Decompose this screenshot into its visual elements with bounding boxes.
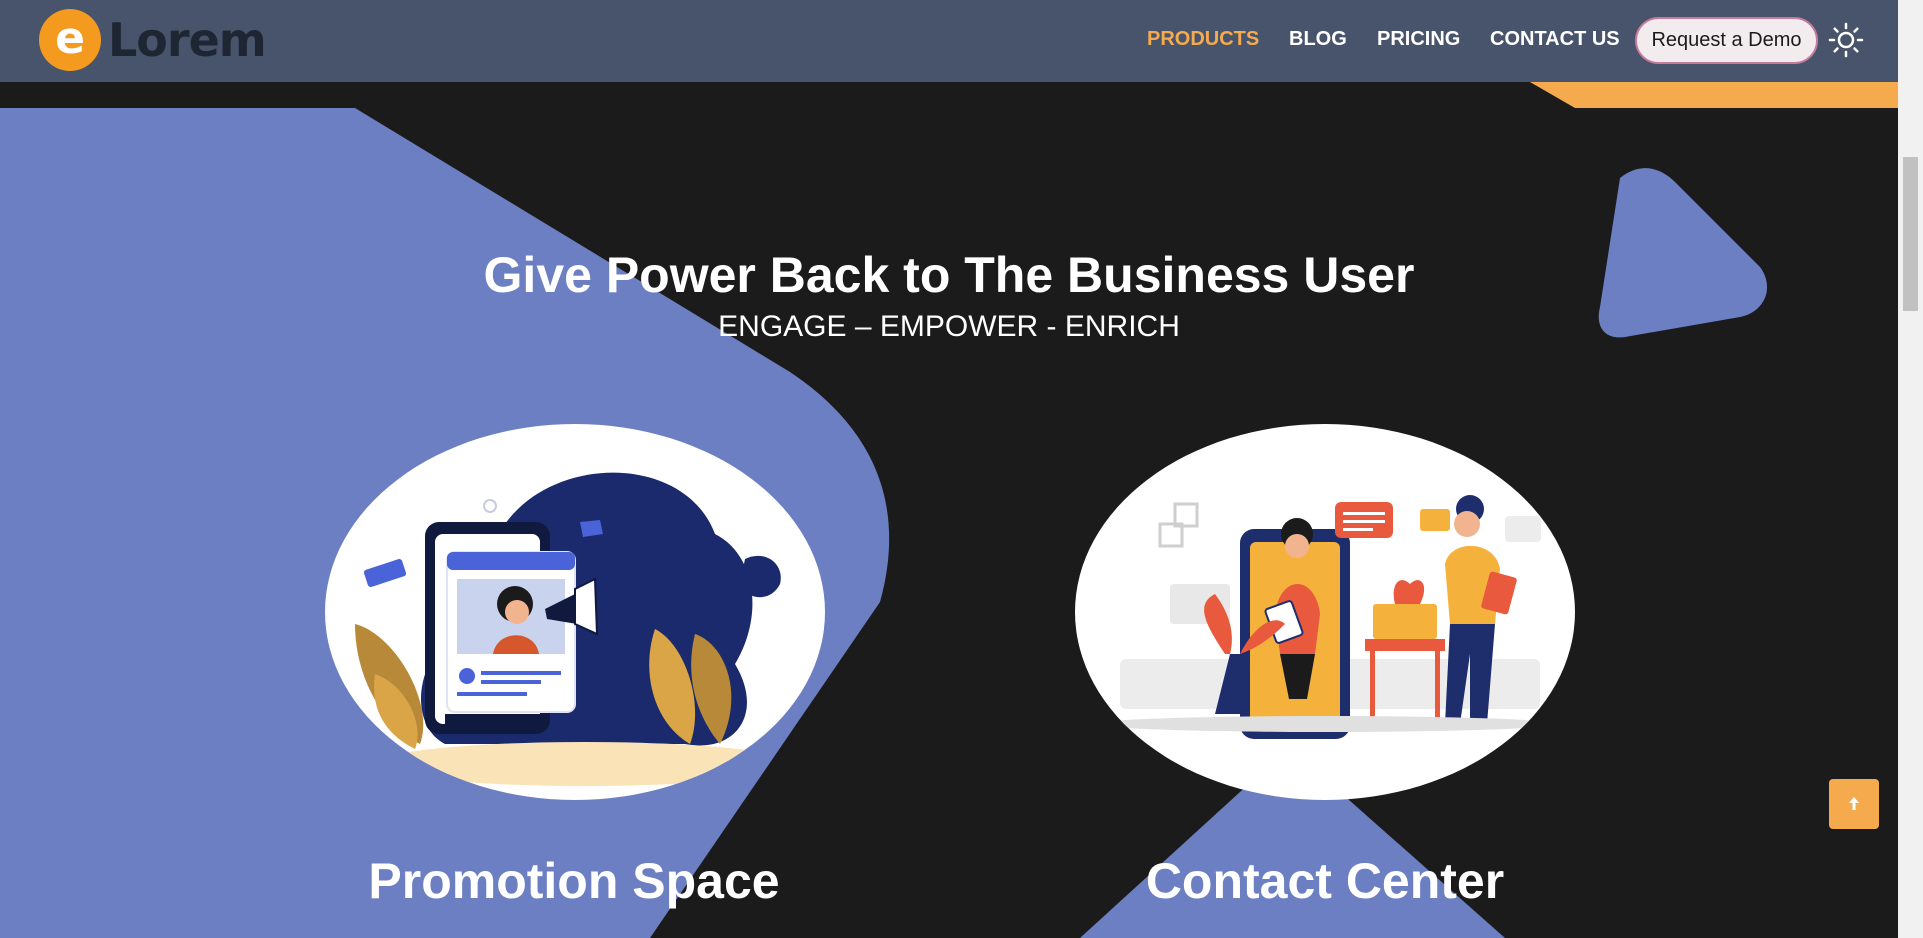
- sun-icon[interactable]: [1828, 22, 1864, 58]
- customer-support-illustration: [1095, 495, 1555, 739]
- nav-products[interactable]: PRODUCTS: [1147, 28, 1259, 51]
- hero-subtitle: ENGAGE – EMPOWER - ENRICH: [718, 310, 1180, 343]
- brand-name: Lorem: [108, 13, 267, 67]
- logo-mark-icon: e: [39, 9, 101, 71]
- megaphone-phone-illustration: [355, 472, 795, 786]
- svg-text:e: e: [55, 13, 85, 64]
- arrow-up-icon: [1849, 797, 1859, 810]
- contact-center-image[interactable]: [1075, 424, 1575, 800]
- contact-center-title[interactable]: Contact Center: [1025, 852, 1625, 910]
- nav-contact-us[interactable]: CONTACT US: [1490, 28, 1620, 51]
- orange-accent-strip: [1530, 82, 1898, 108]
- navbar: e Lorem PRODUCTS BLOG PRICING CONTACT US…: [0, 0, 1898, 82]
- nav-pricing[interactable]: PRICING: [1377, 28, 1460, 51]
- nav-blog[interactable]: BLOG: [1289, 28, 1347, 51]
- promotion-space-title[interactable]: Promotion Space: [274, 852, 874, 910]
- page-scrollbar[interactable]: [1898, 0, 1923, 938]
- hero-title: Give Power Back to The Business User: [483, 247, 1415, 303]
- scroll-to-top-button[interactable]: [1829, 779, 1879, 829]
- brand-logo[interactable]: e Lorem: [38, 8, 267, 72]
- scrollbar-thumb[interactable]: [1903, 157, 1918, 311]
- background-shapes: [0, 82, 1898, 938]
- promotion-space-image[interactable]: [325, 424, 825, 800]
- request-demo-button[interactable]: Request a Demo: [1635, 17, 1818, 64]
